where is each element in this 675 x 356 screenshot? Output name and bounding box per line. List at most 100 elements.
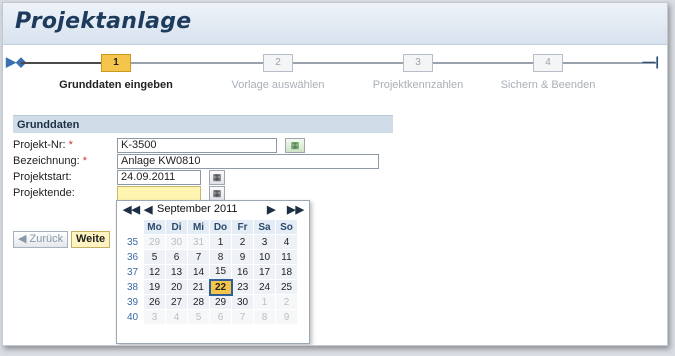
calendar-day[interactable]: 28 [187,294,210,310]
grunddaten-section: Grunddaten [13,115,393,133]
calendar-day[interactable]: 3 [253,234,276,250]
calendar-day[interactable]: 31 [187,234,210,250]
weekday: Sa [253,219,276,235]
required-marker: * [82,155,88,167]
calendar-day[interactable]: 8 [209,249,232,265]
search-help-icon[interactable]: ▦ [285,138,305,153]
week-number[interactable]: 37 [121,264,144,280]
calendar-day[interactable]: 4 [275,234,298,250]
roadmap-step-2[interactable]: 2 [263,54,293,72]
calendar-week-row: 38 19 20 21 22 23 24 25 [121,278,298,296]
bezeichnung-label: Bezeichnung: * [13,155,87,167]
calendar-day[interactable]: 10 [253,249,276,265]
calendar-day[interactable]: 30 [231,294,254,310]
roadmap-step-4[interactable]: 4 [533,54,563,72]
calendar-week-row: 35 29 30 31 1 2 3 4 [121,234,298,250]
projektende-input[interactable] [117,186,201,201]
projektstart-row: Projektstart: 24.09.2011 ▦ [13,170,413,185]
projektende-label: Projektende: [13,187,75,199]
projekt-nr-label: Projekt-Nr: * [13,139,73,151]
week-number[interactable]: 38 [121,279,144,295]
calendar-day[interactable]: 2 [275,294,298,310]
weekday-row: Mo Di Mi Do Fr Sa So [121,219,298,235]
calendar-day[interactable]: 27 [165,294,188,310]
weekday: Mo [143,219,166,235]
roadmap-step-1[interactable]: 1 [101,54,131,72]
roadmap: ▶◆ —| 1 2 3 4 Grunddaten eingeben Vorlag… [3,45,667,105]
prev-year-icon[interactable]: ◀◀ [123,203,140,216]
calendar-day[interactable]: 5 [143,249,166,265]
prev-month-icon[interactable]: ◀ [144,203,152,216]
calendar-day[interactable]: 25 [275,279,298,295]
calendar-day[interactable]: 14 [187,264,210,280]
date-picker-popup: ◀◀ ◀ September 2011 ▶ ▶▶ Mo Di Mi Do Fr … [116,200,310,344]
calendar-day[interactable]: 20 [165,279,188,295]
calendar-day[interactable]: 15 [209,264,232,280]
roadmap-line [293,62,403,64]
next-button[interactable]: Weite [71,231,111,248]
calendar-day[interactable]: 2 [231,234,254,250]
calendar-day[interactable]: 17 [253,264,276,280]
calendar-day[interactable]: 6 [209,309,232,325]
calendar-grid: Mo Di Mi Do Fr Sa So 35 29 30 31 1 2 3 4… [121,219,298,325]
week-number[interactable]: 39 [121,294,144,310]
weekday: Di [165,219,188,235]
calendar-day[interactable]: 8 [253,309,276,325]
calendar-day[interactable]: 21 [187,279,210,295]
calendar-day[interactable]: 26 [143,294,166,310]
title-bar: Projektanlage [3,3,667,45]
calendar-day[interactable]: 29 [209,294,232,310]
calendar-day[interactable]: 24 [253,279,276,295]
roadmap-step-label-2: Vorlage auswählen [231,79,325,91]
calendar-day[interactable]: 11 [275,249,298,265]
roadmap-step-label-3: Projektkennzahlen [372,79,464,91]
calendar-icon[interactable]: ▦ [209,186,225,201]
projektende-row: Projektende: ▦ [13,186,413,201]
calendar-day[interactable]: 18 [275,264,298,280]
week-number[interactable]: 36 [121,249,144,265]
calendar-day[interactable]: 29 [143,234,166,250]
calendar-day[interactable]: 13 [165,264,188,280]
calendar-icon[interactable]: ▦ [209,170,225,185]
calendar-day[interactable]: 9 [231,249,254,265]
calendar-day[interactable]: 7 [187,249,210,265]
calendar-week-row: 40 3 4 5 6 7 8 9 [121,309,298,325]
calendar-day[interactable]: 12 [143,264,166,280]
calendar-day[interactable]: 7 [231,309,254,325]
calendar-week-row: 36 5 6 7 8 9 10 11 [121,249,298,265]
calendar-day[interactable]: 4 [165,309,188,325]
roadmap-step-label-4: Sichern & Beenden [500,79,596,91]
bezeichnung-row: Bezeichnung: * Anlage KW0810 [13,154,413,169]
weekday: So [275,219,298,235]
projekt-nr-input[interactable]: K-3500 [117,138,277,153]
calendar-day[interactable]: 16 [231,264,254,280]
calendar-day[interactable]: 6 [165,249,188,265]
calendar-day[interactable]: 3 [143,309,166,325]
roadmap-step-label-1: Grunddaten eingeben [59,79,173,91]
bezeichnung-label-text: Bezeichnung: [13,155,80,167]
app-window: Projektanlage ▶◆ —| 1 2 3 4 Grunddaten e… [2,2,668,346]
weekday: Mi [187,219,210,235]
calendar-day[interactable]: 1 [209,234,232,250]
calendar-day[interactable]: 9 [275,309,298,325]
calendar-day[interactable]: 23 [231,279,254,295]
calendar-day[interactable]: 5 [187,309,210,325]
next-year-icon[interactable]: ▶▶ [287,203,304,216]
weekday: Do [209,219,232,235]
projektstart-input[interactable]: 24.09.2011 [117,170,201,185]
calendar-day-highlighted[interactable]: 22 [208,278,233,296]
week-number[interactable]: 35 [121,234,144,250]
calendar-day[interactable]: 19 [143,279,166,295]
calendar-day[interactable]: 30 [165,234,188,250]
roadmap-end-icon[interactable]: —| [642,54,659,69]
next-month-icon[interactable]: ▶ [267,203,275,216]
calendar-day[interactable]: 1 [253,294,276,310]
week-number[interactable]: 40 [121,309,144,325]
week-header [121,219,144,235]
bezeichnung-input[interactable]: Anlage KW0810 [117,154,379,169]
roadmap-step-3[interactable]: 3 [403,54,433,72]
calendar-header: ◀◀ ◀ September 2011 ▶ ▶▶ [117,201,309,218]
back-button[interactable]: ◀ Zurück [13,231,69,248]
projekt-nr-row: Projekt-Nr: * K-3500 ▦ [13,138,413,153]
required-marker: * [68,139,73,151]
